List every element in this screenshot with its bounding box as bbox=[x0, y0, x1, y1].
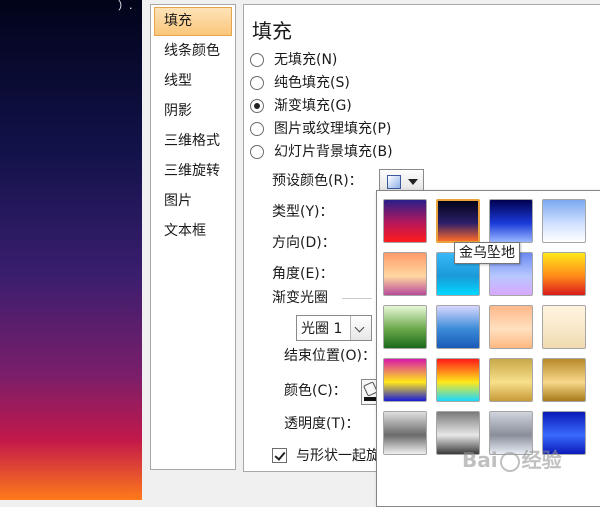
nav-item-line-color[interactable]: 线条颜色 bbox=[151, 36, 235, 66]
gradient-swatch-row3-col2[interactable] bbox=[436, 305, 480, 349]
watermark: Bai 经验 bbox=[462, 444, 562, 473]
radio-no-fill[interactable]: 无填充(N) bbox=[250, 49, 337, 71]
gradient-swatch-row5-col1[interactable] bbox=[383, 411, 427, 455]
watermark-text-right: 经验 bbox=[521, 448, 562, 472]
nav-item-fill[interactable]: 填充 bbox=[154, 7, 232, 36]
gradient-swatch-row2-col1[interactable] bbox=[383, 252, 427, 296]
gradient-swatch-row1-col4[interactable] bbox=[542, 199, 586, 243]
end-position-label: 结束位置(O) bbox=[284, 346, 376, 366]
section-divider bbox=[342, 298, 372, 299]
radio-button[interactable] bbox=[250, 76, 264, 90]
rotate-with-shape-checkbox[interactable] bbox=[272, 448, 287, 463]
nav-item-text-box[interactable]: 文本框 bbox=[151, 216, 235, 246]
radio-button[interactable] bbox=[250, 99, 264, 113]
gradient-swatch-row3-col1[interactable] bbox=[383, 305, 427, 349]
radio-label: 幻灯片背景填充(B) bbox=[274, 144, 393, 160]
gradient-stop-select[interactable]: 光圈 1 bbox=[296, 315, 372, 341]
gradient-swatch-row1-col2[interactable] bbox=[436, 199, 480, 243]
gradient-swatch-row3-col3[interactable] bbox=[489, 305, 533, 349]
nav-item-shadow[interactable]: 阴影 bbox=[151, 96, 235, 126]
radio-picture-fill[interactable]: 图片或纹理填充(P) bbox=[250, 118, 391, 140]
panel-title: 填充 bbox=[252, 19, 292, 43]
radio-button[interactable] bbox=[250, 145, 264, 159]
radio-label: 图片或纹理填充(P) bbox=[274, 121, 392, 137]
nav-item-3d-format[interactable]: 三维格式 bbox=[151, 126, 235, 156]
preset-colors-label: 预设颜色(R) bbox=[272, 171, 363, 191]
radio-button[interactable] bbox=[250, 122, 264, 136]
radio-button[interactable] bbox=[250, 53, 264, 67]
type-label: 类型(Y) bbox=[272, 202, 333, 222]
angle-label: 角度(E) bbox=[272, 264, 334, 284]
radio-gradient-fill[interactable]: 渐变填充(G) bbox=[250, 95, 352, 117]
radio-solid-fill[interactable]: 纯色填充(S) bbox=[250, 72, 350, 94]
preset-swatch-icon bbox=[387, 175, 401, 189]
cut-off-text: ）. bbox=[118, 0, 133, 12]
category-list: 填充 线条颜色 线型 阴影 三维格式 三维旋转 图片 文本框 bbox=[150, 4, 236, 470]
gradient-swatch-row2-col4[interactable] bbox=[542, 252, 586, 296]
gradient-swatch-row4-col2[interactable] bbox=[436, 358, 480, 402]
dropdown-arrow-icon bbox=[408, 179, 418, 185]
gradient-swatch-row4-col1[interactable] bbox=[383, 358, 427, 402]
gradient-stops-heading: 渐变光圈 bbox=[272, 290, 328, 306]
gradient-swatch-row1-col1[interactable] bbox=[383, 199, 427, 243]
gradient-swatch-row1-col3[interactable] bbox=[489, 199, 533, 243]
direction-label: 方向(D) bbox=[272, 233, 336, 253]
paw-icon bbox=[499, 451, 520, 472]
gradient-stop-value: 光圈 1 bbox=[301, 321, 343, 337]
gradient-swatch-row3-col4[interactable] bbox=[542, 305, 586, 349]
watermark-text-left: Bai bbox=[462, 448, 498, 472]
gradient-swatch-row4-col3[interactable] bbox=[489, 358, 533, 402]
slide-background-preview: ）. bbox=[0, 0, 142, 500]
radio-background-fill[interactable]: 幻灯片背景填充(B) bbox=[250, 141, 393, 163]
chevron-down-icon[interactable] bbox=[350, 316, 371, 340]
gradient-swatch-row4-col4[interactable] bbox=[542, 358, 586, 402]
swatch-tooltip: 金乌坠地 bbox=[454, 242, 520, 264]
nav-item-line-style[interactable]: 线型 bbox=[151, 66, 235, 96]
radio-label: 无填充(N) bbox=[274, 52, 338, 68]
color-label: 颜色(C) bbox=[284, 381, 347, 401]
rotate-with-shape-label: 与形状一起旋 bbox=[296, 448, 380, 464]
radio-label: 渐变填充(G) bbox=[274, 98, 352, 114]
nav-item-picture[interactable]: 图片 bbox=[151, 186, 235, 216]
transparency-label: 透明度(T) bbox=[284, 414, 359, 434]
radio-label: 纯色填充(S) bbox=[274, 75, 350, 91]
nav-item-3d-rotation[interactable]: 三维旋转 bbox=[151, 156, 235, 186]
